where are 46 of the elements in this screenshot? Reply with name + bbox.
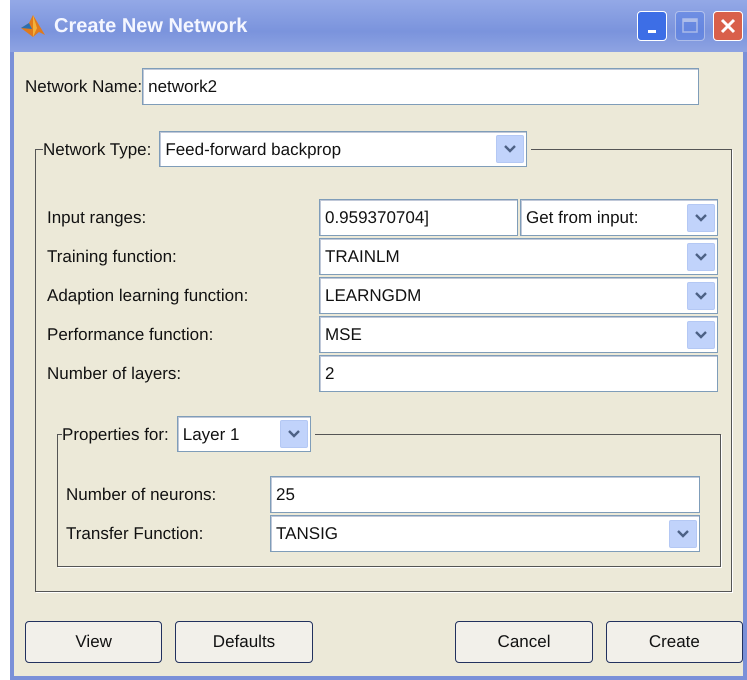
dropdown-field[interactable]: Layer 1 xyxy=(176,416,311,452)
input-field[interactable]: 25 xyxy=(270,476,700,513)
field-label: Input ranges: xyxy=(47,206,148,229)
app-logo-icon xyxy=(20,14,46,38)
field-label: Network Name: xyxy=(25,76,142,98)
group-label: Network Type: xyxy=(43,140,152,158)
field-label: Number of neurons: xyxy=(66,484,218,506)
close-button[interactable] xyxy=(713,11,743,41)
chevron-down-icon xyxy=(694,290,708,300)
field-label: Number of layers: xyxy=(47,362,182,385)
chevron-down-icon xyxy=(676,528,690,538)
window-title: Create New Network xyxy=(54,14,248,39)
close-icon xyxy=(719,17,737,35)
field-label: Training function: xyxy=(47,246,178,268)
dropdown-field[interactable]: MSE xyxy=(319,316,718,353)
chevron-down-icon xyxy=(694,252,708,262)
chevron-down-icon xyxy=(694,330,708,340)
dialog-button[interactable]: Create xyxy=(606,621,743,663)
dropdown-field[interactable]: Feed-forward backprop xyxy=(159,131,528,167)
dropdown-field[interactable]: TANSIG xyxy=(270,515,700,552)
input-field[interactable]: 2 xyxy=(319,355,718,392)
chevron-down-icon xyxy=(694,212,708,222)
dropdown-button[interactable] xyxy=(687,320,715,348)
chevron-down-icon xyxy=(286,429,301,439)
minimize-icon xyxy=(648,30,656,32)
field-label: Performance function: xyxy=(47,324,214,346)
dropdown-field[interactable]: Get from input: xyxy=(520,199,718,236)
minimize-button[interactable] xyxy=(637,11,667,41)
field-label: Transfer Function: xyxy=(66,522,204,545)
chevron-down-icon xyxy=(503,144,518,154)
dialog-button[interactable]: View xyxy=(25,621,162,663)
dropdown-button[interactable] xyxy=(669,520,697,548)
group-label: Properties for: xyxy=(62,426,169,442)
dialog-button[interactable]: Cancel xyxy=(455,621,593,663)
dropdown-field[interactable]: LEARNGDM xyxy=(319,277,718,314)
input-field[interactable]: network2 xyxy=(142,68,700,105)
dropdown-button[interactable] xyxy=(280,420,308,448)
field-label: Adaption learning function: xyxy=(47,284,250,307)
input-field[interactable]: 0.959370704] xyxy=(319,199,518,236)
maximize-icon xyxy=(681,17,699,35)
dialog-button[interactable]: Defaults xyxy=(175,621,313,663)
dropdown-button[interactable] xyxy=(687,204,715,232)
dropdown-field[interactable]: TRAINLM xyxy=(319,238,718,275)
dropdown-button[interactable] xyxy=(687,242,715,270)
dropdown-button[interactable] xyxy=(687,282,715,310)
dropdown-button[interactable] xyxy=(496,135,524,163)
